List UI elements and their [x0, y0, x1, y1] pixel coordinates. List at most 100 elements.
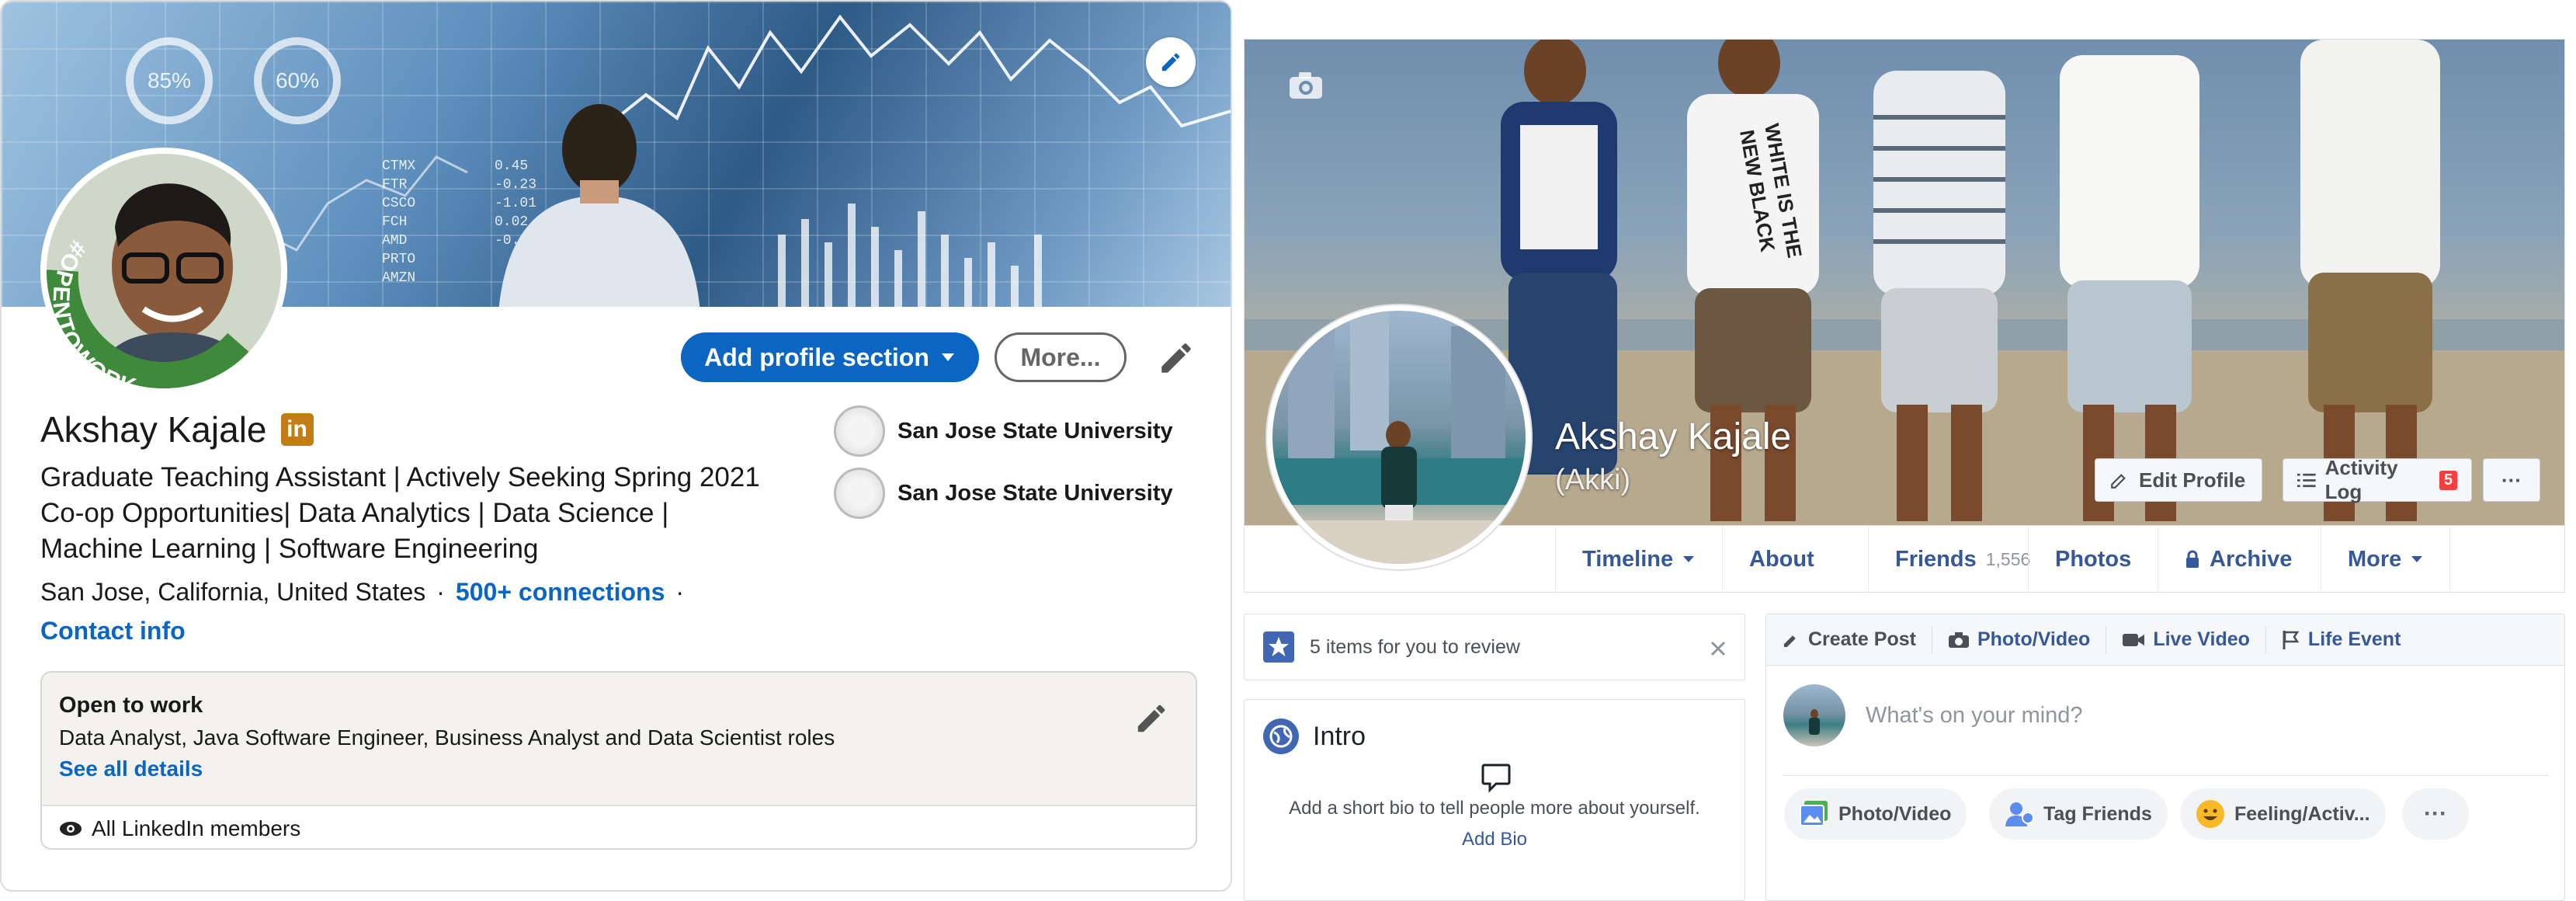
feeling-activity-button[interactable]: Feeling/Activ...	[2180, 788, 2386, 840]
facebook-nickname: (Akki)	[1555, 464, 1631, 496]
tab-timeline-label: Timeline	[1582, 546, 1674, 572]
headline-line: Machine Learning | Software Engineering	[40, 534, 539, 564]
gauge-label: 60%	[275, 68, 320, 92]
edit-intro-pencil-icon[interactable]	[1157, 339, 1196, 377]
tab-about-label: About	[1749, 546, 1814, 572]
linkedin-profile-card: 85% 60% CTMX FTR CSCO FCH AMD PRTO AMZN …	[0, 0, 1232, 892]
add-profile-section-button[interactable]: Add profile section	[681, 332, 979, 382]
photo-icon	[1800, 801, 1828, 826]
tag-friends-icon	[2005, 802, 2034, 826]
banner-person-figure	[498, 104, 700, 307]
opentowork-frame: #OPENTOWORK	[47, 236, 262, 388]
cover-more-options-button[interactable]: ···	[2483, 458, 2540, 502]
live-video-tab[interactable]: Live Video	[2106, 625, 2266, 654]
composer-avatar	[1783, 684, 1845, 746]
pencil-icon	[1784, 635, 1796, 647]
activity-count-badge: 5	[2439, 470, 2457, 490]
pencil-icon	[2111, 474, 2126, 489]
create-post-label: Create Post	[1808, 628, 1916, 650]
profile-picture-image	[1272, 311, 1526, 564]
photo-video-tab[interactable]: Photo/Video	[1932, 625, 2107, 654]
caret-down-icon	[1683, 556, 1695, 562]
smiley-icon	[2196, 800, 2224, 828]
live-video-label: Live Video	[2153, 628, 2250, 650]
edit-banner-button[interactable]	[1146, 37, 1196, 87]
caret-down-icon	[941, 353, 954, 361]
list-icon	[2297, 473, 2316, 488]
linkedin-badge-icon: in	[280, 413, 314, 446]
activity-log-button[interactable]: Activity Log 5	[2283, 456, 2472, 503]
open-to-work-title: Open to work	[59, 693, 203, 718]
tab-timeline[interactable]: Timeline	[1555, 526, 1721, 593]
video-camera-icon	[2123, 633, 2145, 646]
friends-count: 1,556	[1985, 548, 2031, 569]
visibility-row: All LinkedIn members	[42, 805, 1196, 848]
separator-dot: ·	[436, 578, 445, 606]
edit-profile-button[interactable]: Edit Profile	[2095, 458, 2262, 502]
tab-archive[interactable]: Archive	[2158, 526, 2318, 593]
ticker: AMZN	[382, 270, 416, 286]
composer-divider	[1783, 775, 2549, 776]
create-post-tab[interactable]: Create Post	[1766, 625, 1932, 654]
intro-title: Intro	[1313, 721, 1366, 751]
ticker: CTMX	[382, 158, 416, 174]
banner-gauge: 85%	[126, 37, 213, 124]
more-options-icon: ···	[2501, 468, 2522, 492]
star-icon	[1263, 631, 1294, 663]
bio-prompt-text: Add a short bio to tell people more abou…	[1289, 798, 1700, 819]
more-button-label: More...	[1020, 343, 1101, 371]
update-cover-camera-icon[interactable]	[1288, 71, 1324, 100]
add-bio-link[interactable]: Add Bio	[1462, 829, 1527, 850]
composer-avatar-image	[1809, 709, 1820, 735]
tab-photos[interactable]: Photos	[2028, 526, 2158, 593]
location-row: San Jose, California, United States · 50…	[40, 578, 684, 607]
more-options-icon: ···	[2424, 801, 2447, 826]
tab-about[interactable]: About	[1722, 526, 1841, 593]
life-event-tab[interactable]: Life Event	[2266, 626, 2416, 654]
headline-line: Co-op Opportunities| Data Analytics | Da…	[40, 498, 669, 528]
ticker: PRTO	[382, 252, 416, 267]
intro-card: Intro Add a short bio to tell people mor…	[1244, 699, 1745, 901]
intro-header: Intro	[1263, 718, 1366, 754]
contact-info-link[interactable]: Contact info	[40, 617, 186, 645]
education-item[interactable]: San Jose State University	[834, 468, 1173, 519]
ticker: CSCO	[382, 196, 416, 211]
tab-more-label: More	[2348, 546, 2402, 572]
see-all-details-link[interactable]: See all details	[59, 757, 203, 781]
tab-friends-label: Friends	[1895, 546, 1977, 572]
profile-photo[interactable]: #OPENTOWORK	[40, 148, 287, 395]
camera-icon	[1948, 631, 1969, 648]
facebook-profile-picture[interactable]	[1267, 305, 1531, 569]
globe-icon	[1263, 718, 1299, 754]
tab-more[interactable]: More	[2321, 526, 2451, 593]
activity-log-label: Activity Log	[2324, 456, 2398, 503]
ticker-list: CTMX FTR CSCO FCH AMD PRTO AMZN	[382, 157, 415, 287]
feeling-activity-label: Feeling/Activ...	[2234, 802, 2370, 825]
tag-friends-button[interactable]: Tag Friends	[1989, 788, 2168, 840]
whats-on-your-mind-input[interactable]: What's on your mind?	[1866, 703, 2083, 729]
profile-name: Akshay Kajale	[40, 409, 267, 450]
photo-video-tab-label: Photo/Video	[1977, 628, 2091, 650]
open-to-work-roles: Data Analyst, Java Software Engineer, Bu…	[59, 725, 835, 750]
composer-photo-video-button[interactable]: Photo/Video	[1784, 788, 1967, 840]
profile-headline: Graduate Teaching Assistant | Actively S…	[40, 460, 817, 567]
education-item[interactable]: San Jose State University	[834, 405, 1173, 457]
review-items-banner[interactable]: 5 items for you to review	[1244, 614, 1745, 680]
ticker: FTR	[382, 177, 408, 193]
add-bio-link-row: Add Bio	[1245, 829, 1745, 851]
speech-bubble-icon	[1481, 764, 1511, 793]
flag-icon	[2283, 630, 2300, 649]
visibility-text: All LinkedIn members	[92, 816, 301, 840]
open-to-work-card: Open to work Data Analyst, Java Software…	[40, 671, 1197, 850]
edit-profile-label: Edit Profile	[2139, 468, 2246, 492]
more-button[interactable]: More...	[995, 332, 1127, 382]
composer-tabs: Create Post Photo/Video Live Video Life …	[1766, 614, 2564, 666]
connections-link[interactable]: 500+ connections	[456, 578, 665, 607]
gauge-label: 85%	[147, 68, 192, 92]
tab-photos-label: Photos	[2055, 546, 2132, 572]
composer-more-button[interactable]: ···	[2402, 788, 2469, 840]
edit-open-to-work-pencil-icon[interactable]	[1134, 701, 1169, 736]
ticker: AMD	[382, 233, 408, 249]
close-icon[interactable]	[1710, 641, 1726, 656]
review-items-text: 5 items for you to review	[1310, 635, 1520, 658]
